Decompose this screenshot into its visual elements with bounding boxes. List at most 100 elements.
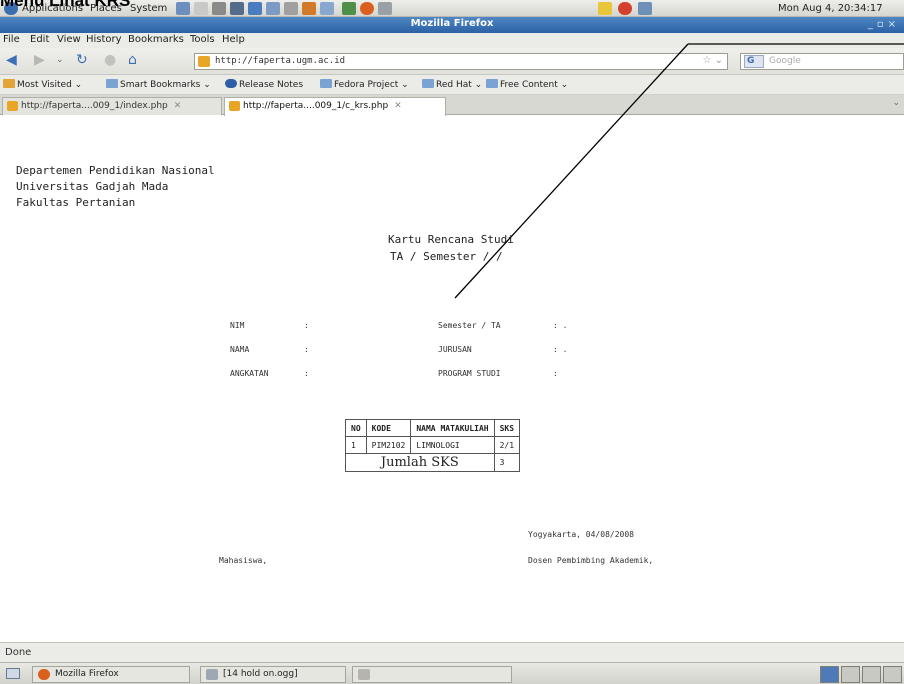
tab-label: http://faperta....009_1/c_krs.php xyxy=(243,101,389,111)
back-icon[interactable]: ◀ xyxy=(6,52,17,68)
launcher-icon[interactable] xyxy=(248,2,262,15)
launcher-icon[interactable] xyxy=(302,2,316,15)
signature-advisor: Dosen Pembimbing Akademik, xyxy=(528,556,654,565)
launcher-icon[interactable] xyxy=(194,2,208,15)
folder-icon xyxy=(3,79,15,88)
show-desktop-icon[interactable] xyxy=(6,668,20,679)
folder-icon xyxy=(320,79,332,88)
navigation-toolbar: ◀ ▶ ⌄ ↻ ● ⌂ http://faperta.ugm.ac.id ☆ ⌄… xyxy=(0,48,904,75)
column-header: NAMA MATAKULIAH xyxy=(410,419,495,437)
network-icon[interactable] xyxy=(638,2,652,15)
workspace-4[interactable] xyxy=(883,666,902,683)
stop-icon[interactable]: ● xyxy=(104,52,116,68)
signature-student: Mahasiswa, xyxy=(219,556,268,565)
program-studi-value: : xyxy=(553,369,558,378)
column-header: SKS xyxy=(493,419,521,437)
bookmark-smart-bookmarks[interactable]: Smart Bookmarks ⌄ xyxy=(106,79,211,90)
bookmark-red-hat[interactable]: Red Hat ⌄ xyxy=(422,79,482,90)
tab-close-icon[interactable]: ✕ xyxy=(174,101,182,111)
bookmark-free-content[interactable]: Free Content ⌄ xyxy=(486,79,568,90)
menu-bookmarks[interactable]: Bookmarks xyxy=(128,34,184,45)
page-content: Departemen Pendidikan Nasional Universit… xyxy=(0,116,904,641)
task-audio-file[interactable]: [14 hold on.ogg] xyxy=(200,666,346,683)
bookmark-label: Release Notes xyxy=(239,80,304,90)
workspace-2[interactable] xyxy=(841,666,860,683)
launcher-icon[interactable] xyxy=(230,2,244,15)
notes-icon[interactable] xyxy=(598,2,612,15)
launcher-icon[interactable] xyxy=(266,2,280,15)
bookmark-star-icon[interactable]: ☆ ⌄ xyxy=(702,55,723,66)
tab-krs[interactable]: http://faperta....009_1/c_krs.php ✕ xyxy=(224,97,446,116)
update-icon[interactable] xyxy=(618,2,632,15)
status-text: Done xyxy=(5,647,32,658)
task-window[interactable] xyxy=(352,666,512,683)
nama-value: : xyxy=(304,345,309,354)
forward-icon[interactable]: ▶ xyxy=(34,52,45,68)
program-studi-label: PROGRAM STUDI xyxy=(438,369,501,378)
launcher-icon[interactable] xyxy=(284,2,298,15)
workspace-switcher[interactable] xyxy=(820,666,902,683)
minimize-icon[interactable]: _ xyxy=(868,19,877,30)
folder-icon xyxy=(106,79,118,88)
total-value: 3 xyxy=(493,453,521,472)
home-icon[interactable]: ⌂ xyxy=(128,52,137,68)
status-bar: Done xyxy=(0,642,904,662)
bookmark-fedora-project[interactable]: Fedora Project ⌄ xyxy=(320,79,409,90)
bookmark-most-visited[interactable]: Most Visited ⌄ xyxy=(3,79,82,90)
place-date: Yogyakarta, 04/08/2008 xyxy=(528,530,634,539)
menu-help[interactable]: Help xyxy=(222,34,245,45)
firefox-icon xyxy=(38,669,50,680)
url-text[interactable]: http://faperta.ugm.ac.id xyxy=(215,56,345,66)
bookmark-label: Fedora Project xyxy=(334,80,399,90)
tab-label: http://faperta....009_1/index.php xyxy=(21,101,168,111)
workspace-1[interactable] xyxy=(820,666,839,683)
menu-tools[interactable]: Tools xyxy=(190,34,215,45)
menu-edit[interactable]: Edit xyxy=(30,34,49,45)
window-controls[interactable]: _▫× xyxy=(868,19,900,30)
menu-history[interactable]: History xyxy=(86,34,122,45)
bookmark-label: Red Hat xyxy=(436,80,472,90)
history-dropdown-icon[interactable]: ⌄ xyxy=(56,52,64,68)
table-cell: PIM2102 xyxy=(365,436,412,454)
header-ministry: Departemen Pendidikan Nasional xyxy=(16,164,215,177)
header-faculty: Fakultas Pertanian xyxy=(16,196,136,209)
window-titlebar[interactable]: Mozilla Firefox _▫× xyxy=(0,17,904,33)
bookmark-label: Free Content xyxy=(500,80,558,90)
reload-icon[interactable]: ↻ xyxy=(76,52,88,68)
clock[interactable]: Mon Aug 4, 20:34:17 xyxy=(778,2,883,15)
workspace-3[interactable] xyxy=(862,666,881,683)
launcher-icon[interactable] xyxy=(378,2,392,15)
nim-label: NIM xyxy=(230,321,245,330)
menu-file[interactable]: File xyxy=(3,34,20,45)
task-firefox[interactable]: Mozilla Firefox xyxy=(32,666,190,683)
folder-icon xyxy=(486,79,498,88)
firefox-launcher-icon[interactable] xyxy=(360,2,374,15)
site-favicon-icon xyxy=(198,56,210,67)
menu-view[interactable]: View xyxy=(57,34,81,45)
system-menu[interactable]: System xyxy=(130,2,167,15)
tab-index[interactable]: http://faperta....009_1/index.php ✕ xyxy=(2,97,222,115)
launcher-icon[interactable] xyxy=(320,2,334,15)
page-title: Kartu Rencana Studi xyxy=(388,233,514,246)
search-engine-icon[interactable]: G xyxy=(744,55,764,68)
search-bar[interactable]: G Google xyxy=(740,53,904,70)
bookmark-release-notes[interactable]: Release Notes xyxy=(225,79,303,90)
close-icon[interactable]: × xyxy=(888,19,900,30)
header-university: Universitas Gadjah Mada xyxy=(16,180,169,193)
table-cell: 1 xyxy=(345,436,367,454)
maximize-icon[interactable]: ▫ xyxy=(877,19,888,30)
semester-ta-label: Semester / TA xyxy=(438,321,501,330)
launcher-icon[interactable] xyxy=(342,2,356,15)
task-label: Mozilla Firefox xyxy=(55,669,119,679)
angkatan-label: ANGKATAN xyxy=(230,369,269,378)
table-cell: 2/1 xyxy=(493,436,521,454)
tab-list-icon[interactable]: ⌄ xyxy=(892,98,900,108)
table-total-row: Jumlah SKS 3 xyxy=(345,453,521,472)
tab-close-icon[interactable]: ✕ xyxy=(394,101,402,111)
url-bar[interactable]: http://faperta.ugm.ac.id ☆ ⌄ xyxy=(194,53,728,70)
launcher-icon[interactable] xyxy=(176,2,190,15)
search-placeholder[interactable]: Google xyxy=(769,56,801,66)
bookmark-label: Smart Bookmarks xyxy=(120,80,201,90)
tab-favicon-icon xyxy=(229,101,240,111)
launcher-icon[interactable] xyxy=(212,2,226,15)
